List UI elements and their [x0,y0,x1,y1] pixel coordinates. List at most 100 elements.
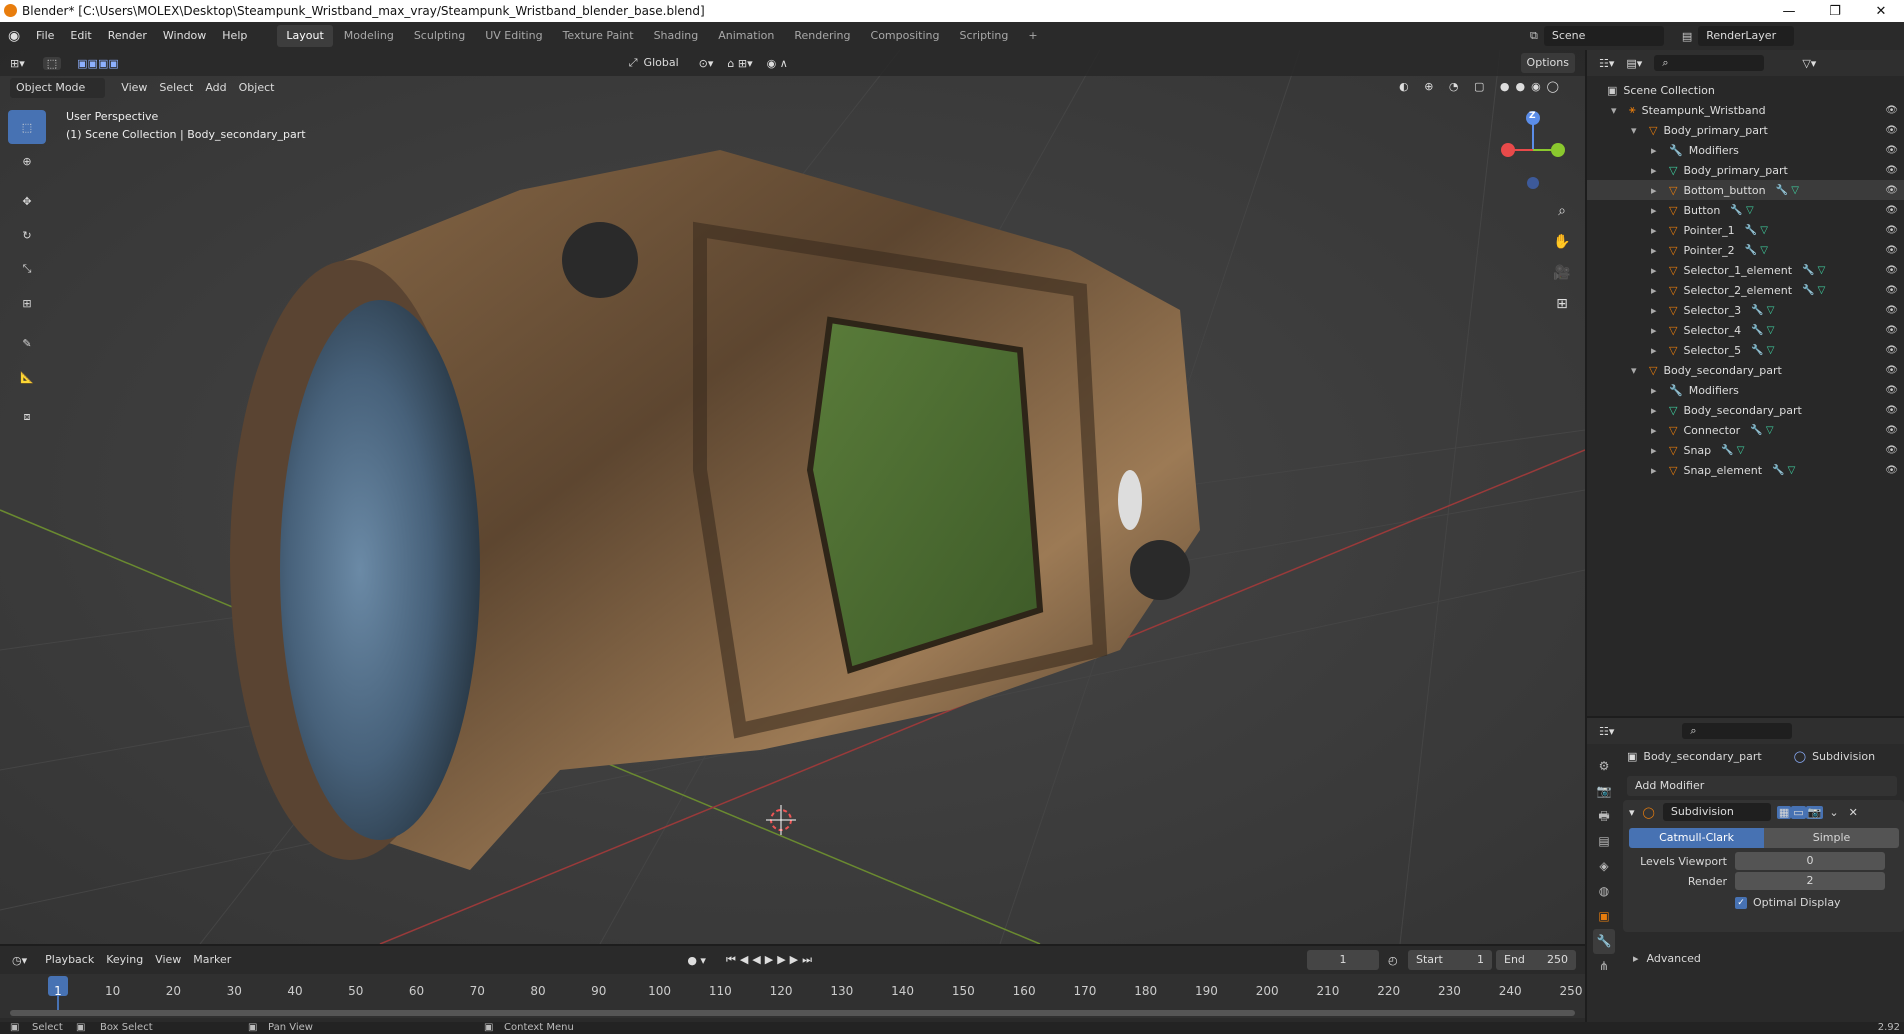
visibility-eye-icon[interactable]: 👁 [1885,245,1898,256]
modifier-menu-icon[interactable]: ⌄ [1829,806,1838,819]
outliner-row[interactable]: ▸ 🔧 Modifiers 👁 [1587,380,1904,400]
outliner-row[interactable]: ▸ ▽ Selector_1_element 🔧 ▽ 👁 [1587,260,1904,280]
modifier-data-icons[interactable]: 🔧 ▽ [1745,225,1768,236]
visibility-eye-icon[interactable]: 👁 [1885,385,1898,396]
modifier-tab-icon[interactable]: 🔧 [1593,929,1615,954]
outliner-row[interactable]: ▸ ▽ Button 🔧 ▽ 👁 [1587,200,1904,220]
optimal-display-checkbox[interactable]: ✓ [1735,896,1747,909]
visibility-eye-icon[interactable]: 👁 [1885,145,1898,156]
particles-tab-icon[interactable]: ⋔ [1593,954,1615,979]
modifier-data-icons[interactable]: 🔧 ▽ [1730,205,1753,216]
stopwatch-icon[interactable]: ◴ [1388,954,1398,967]
visibility-eye-icon[interactable]: 👁 [1885,185,1898,196]
outliner-row[interactable]: ▸ ▽ Snap 🔧 ▽ 👁 [1587,440,1904,460]
outliner-search-input[interactable]: ⌕ [1654,55,1765,71]
visibility-eye-icon[interactable]: 👁 [1885,285,1898,296]
annotate-tool-icon[interactable]: ✎ [8,326,46,360]
options-dropdown[interactable]: Options [1520,53,1575,73]
rotate-tool-icon[interactable]: ↻ [8,218,46,252]
modifier-data-icons[interactable]: 🔧 ▽ [1751,345,1774,356]
outliner-row[interactable]: ▸ 🔧 Modifiers 👁 [1587,140,1904,160]
catmull-clark-button[interactable]: Catmull-Clark [1629,828,1764,848]
tab-uv-editing[interactable]: UV Editing [476,25,551,47]
end-frame-field[interactable]: End 250 [1496,950,1576,970]
maximize-button[interactable]: ❐ [1812,0,1858,22]
outliner-row[interactable]: ▸ ▽ Selector_4 🔧 ▽ 👁 [1587,320,1904,340]
outliner-row[interactable]: ▸ ▽ Pointer_2 🔧 ▽ 👁 [1587,240,1904,260]
cursor-tool-icon[interactable]: ⊕ [8,144,46,178]
modifier-data-icons[interactable]: 🔧 ▽ [1751,325,1774,336]
zoom-icon[interactable]: ⌕ [1550,196,1574,227]
menu-help[interactable]: Help [214,25,255,47]
expand-arrow-icon[interactable]: ▸ [1651,144,1663,157]
tab-texture-paint[interactable]: Texture Paint [554,25,643,47]
current-frame-field[interactable]: 1 [1307,950,1379,970]
menu-edit[interactable]: Edit [62,25,99,47]
visibility-eye-icon[interactable]: 👁 [1885,165,1898,176]
expand-arrow-icon[interactable]: ▸ [1651,304,1663,317]
outliner-row[interactable]: ▾ ▽ Body_primary_part 👁 [1587,120,1904,140]
pan-hand-icon[interactable]: ✋ [1550,227,1574,258]
menu-timeline-view[interactable]: View [149,950,187,970]
outliner-row[interactable]: ▸ ▽ Selector_2_element 🔧 ▽ 👁 [1587,280,1904,300]
tab-animation[interactable]: Animation [709,25,783,47]
add-cube-tool-icon[interactable]: ⧈ [8,400,46,434]
render-tab-icon[interactable]: 📷 [1593,779,1615,804]
output-tab-icon[interactable]: 🖶 [1593,804,1615,829]
visibility-eye-icon[interactable]: 👁 [1885,105,1898,116]
expand-arrow-icon[interactable]: ▸ [1651,464,1663,477]
expand-arrow-icon[interactable]: ▸ [1651,344,1663,357]
visibility-eye-icon[interactable]: 👁 [1885,405,1898,416]
outliner-row[interactable]: ▸ ▽ Body_primary_part 👁 [1587,160,1904,180]
mode-dropdown[interactable]: Object Mode [10,78,106,98]
selection-mode-icon[interactable]: ▣▣▣▣ [77,57,119,70]
expand-arrow-icon[interactable]: ▸ [1651,424,1663,437]
outliner-row[interactable]: ▸ ▽ Selector_3 🔧 ▽ 👁 [1587,300,1904,320]
add-workspace-button[interactable]: + [1019,25,1046,47]
visibility-eye-icon[interactable]: 👁 [1885,225,1898,236]
render-levels-field[interactable]: 2 [1735,872,1885,890]
modifier-data-icons[interactable]: 🔧 ▽ [1745,245,1768,256]
menu-window[interactable]: Window [155,25,214,47]
menu-playback[interactable]: Playback [39,950,100,970]
collapse-arrow-icon[interactable]: ▾ [1611,104,1623,117]
visibility-eye-icon[interactable]: 👁 [1885,305,1898,316]
tab-compositing[interactable]: Compositing [862,25,949,47]
scene-selector[interactable]: Scene [1543,26,1664,46]
ortho-grid-icon[interactable]: ⊞ [1550,289,1574,320]
shading-mode-icons[interactable]: ◐ ⊕ ◔ ▢ ●●◉◯ [1399,80,1565,93]
expand-arrow-icon[interactable]: ▸ [1651,224,1663,237]
select-box-tool-icon[interactable]: ⬚ [42,56,62,70]
modifier-data-icons[interactable]: 🔧 ▽ [1750,425,1773,436]
tool-tab-icon[interactable]: ⚙ [1593,754,1615,779]
add-modifier-dropdown[interactable]: Add Modifier [1627,776,1897,796]
menu-keying[interactable]: Keying [100,950,149,970]
visibility-eye-icon[interactable]: 👁 [1885,345,1898,356]
properties-editor-icon[interactable]: ☷▾ [1599,725,1614,738]
tab-shading[interactable]: Shading [645,25,708,47]
expand-arrow-icon[interactable]: ▸ [1651,164,1663,177]
modifier-data-icons[interactable]: 🔧 ▽ [1776,185,1799,196]
world-tab-icon[interactable]: ◍ [1593,879,1615,904]
outliner-row[interactable]: ▸ ▽ Selector_5 🔧 ▽ 👁 [1587,340,1904,360]
expand-arrow-icon[interactable]: ▸ [1651,284,1663,297]
visibility-eye-icon[interactable]: 👁 [1885,365,1898,376]
modifier-data-icons[interactable]: 🔧 ▽ [1802,265,1825,276]
modifier-data-icons[interactable]: 🔧 ▽ [1772,465,1795,476]
snap-icon[interactable]: ⌂ ⊞▾ [727,57,752,70]
menu-object[interactable]: Object [233,78,281,98]
proportional-edit-icon[interactable]: ◉ ∧ [767,57,788,70]
levels-viewport-field[interactable]: 0 [1735,852,1885,870]
menu-render[interactable]: Render [100,25,155,47]
filter-icon[interactable]: ▽▾ [1802,57,1816,70]
visibility-eye-icon[interactable]: 👁 [1885,325,1898,336]
expand-arrow-icon[interactable]: ▸ [1651,244,1663,257]
viewport-toggle-icon[interactable]: ▭ [1791,805,1806,819]
render-toggle-icon[interactable]: 📷 [1805,805,1824,819]
collapse-chevron-icon[interactable]: ▾ [1629,806,1635,819]
tab-modeling[interactable]: Modeling [335,25,403,47]
editor-type-icon[interactable]: ⊞▾ [10,57,25,70]
menu-view[interactable]: View [115,78,153,98]
visibility-eye-icon[interactable]: 👁 [1885,265,1898,276]
scale-tool-icon[interactable]: ⤡ [8,252,46,286]
